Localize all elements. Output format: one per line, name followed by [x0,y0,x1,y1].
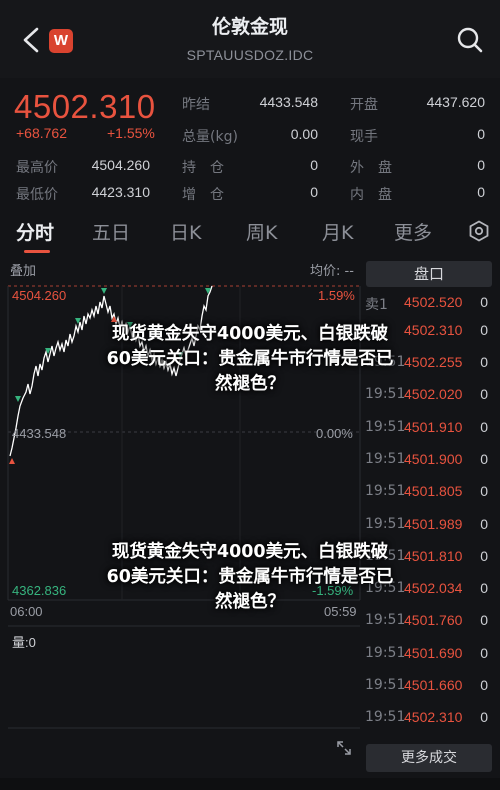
fullscreen-icon[interactable] [336,740,352,756]
stat-label: 昨结 [182,97,210,113]
ask-qty: 0 [480,294,488,310]
trade-price: 4501.660 [404,677,463,693]
price-change-pct: +1.55% [107,125,155,141]
stat-value: 0 [477,184,485,200]
headline-line: 现货黄金失守4000美元、白银跌破 [111,542,389,562]
trade-row: 19:51 4501.760 0 [363,612,500,638]
price-change: +68.762 [16,125,67,141]
trade-row: 19:51 4502.310 0 [363,709,500,735]
headline-line: 60美元关口：贵金属牛市行情是否已 [106,349,394,369]
headline-line: 然褪色？ [215,592,285,612]
trade-qty: 0 [480,450,488,467]
stat-label: 增 仓 [182,187,224,203]
trade-qty: 0 [480,580,488,597]
volume-label: 量:0 [12,635,36,650]
trade-time: 19:51 [365,418,406,435]
trade-price: 4501.805 [404,483,463,500]
trade-qty: 0 [480,354,488,370]
up-signal-marker [101,288,107,294]
stat-label: 开盘 [350,97,378,113]
active-tab-indicator [24,250,50,253]
up-signal-marker [15,396,21,402]
trade-time: 19:51 [365,450,406,467]
bottom-edge [0,778,500,790]
top-bar: W 伦敦金现 SPTAUUSDOZ.IDC [0,0,500,78]
chart-time-start: 06:00 [10,604,43,619]
stat-value: 4433.548 [259,94,318,110]
trade-time: 19:51 [365,677,406,693]
trade-qty: 0 [480,612,488,629]
chart-mid-price: 4433.548 [12,426,67,441]
trade-qty: 0 [480,677,488,693]
headline-line: 然褪色？ [215,374,285,394]
tab-monthly-k[interactable]: 月K [322,218,353,245]
trade-qty: 0 [480,515,488,532]
trade-price: 4501.910 [404,418,463,435]
page-title: 伦敦金现 [211,16,288,38]
stat-value: 0 [310,184,318,200]
stat-value: 4504.260 [91,157,150,173]
news-headline-overlay: 现货黄金失守4000美元、白银跌破 60美元关口：贵金属牛市行情是否已 然褪色？ [55,322,445,397]
stat-value: 4437.620 [426,94,485,110]
trade-qty: 0 [480,547,488,564]
trade-time: 19:51 [365,709,406,726]
trade-qty: 0 [480,418,488,435]
stat-label: 最低价 [16,187,58,203]
quote-panel: 4502.310 +68.762 +1.55% 昨结 4433.548 开盘 4… [0,84,500,206]
ask-row: 卖1 4502.520 0 [363,294,500,320]
tab-daily-k[interactable]: 日K [170,218,201,245]
stat-value: 0 [477,126,485,142]
settings-hexagon-icon[interactable] [468,220,490,242]
trade-qty: 0 [480,386,488,403]
chart-mid-pct: 0.00% [316,426,353,441]
trade-qty: 0 [480,709,488,726]
news-headline-overlay-repeat: 现货黄金失守4000美元、白银跌破 60美元关口：贵金属牛市行情是否已 然褪色？ [55,540,445,615]
search-icon[interactable] [456,26,484,54]
chart-high-price: 4504.260 [12,288,67,303]
more-trades-button[interactable]: 更多成交 [366,744,492,772]
stat-label: 外 盘 [350,160,392,176]
stat-value: 4423.310 [91,184,150,200]
stat-value: 0.00 [290,126,318,142]
period-tabs: 分时 五日 日K 周K 月K 更多 [0,212,500,253]
trade-qty: 0 [480,483,488,500]
tab-weekly-k[interactable]: 周K [246,218,277,245]
chart-high-pct: 1.59% [318,288,355,303]
stat-label: 内 盘 [350,187,392,203]
trade-row: 19:51 4501.900 0 [363,451,500,477]
trade-time: 19:51 [365,644,406,661]
headline-line: 60美元关口：贵金属牛市行情是否已 [106,567,394,587]
tab-more[interactable]: 更多 [394,218,432,245]
down-signal-marker [9,458,15,464]
trade-time: 19:51 [365,483,406,500]
trade-row: 19:51 4501.910 0 [363,419,500,445]
trade-row: 19:51 4501.660 0 [363,677,500,703]
tab-intraday[interactable]: 分时 [16,218,54,245]
tab-five-day[interactable]: 五日 [92,218,130,245]
trade-time: 19:51 [365,515,406,532]
current-price: 4502.310 [14,88,156,125]
bid-qty: 0 [480,322,488,338]
trade-price: 4501.690 [404,644,463,661]
stat-value: 0 [477,157,485,173]
trade-price: 4501.900 [404,450,463,467]
trade-price: 4501.989 [404,515,463,532]
trade-row: 19:51 4501.690 0 [363,645,500,671]
trade-row: 19:51 4501.805 0 [363,483,500,509]
trade-price: 4502.310 [404,709,463,726]
trade-row: 19:51 4501.989 0 [363,516,500,542]
symbol-code: SPTAUUSDOZ.IDC [186,47,314,63]
stat-label: 现手 [350,129,378,145]
stat-label: 最高价 [16,160,58,176]
ask-price: 4502.520 [404,294,463,310]
ask-label: 卖1 [365,297,388,313]
order-book-header[interactable]: 盘口 [366,261,492,287]
headline-line: 现货黄金失守4000美元、白银跌破 [111,324,389,344]
stat-value: 0 [310,157,318,173]
stat-label: 持 仓 [182,160,224,176]
trade-qty: 0 [480,644,488,661]
